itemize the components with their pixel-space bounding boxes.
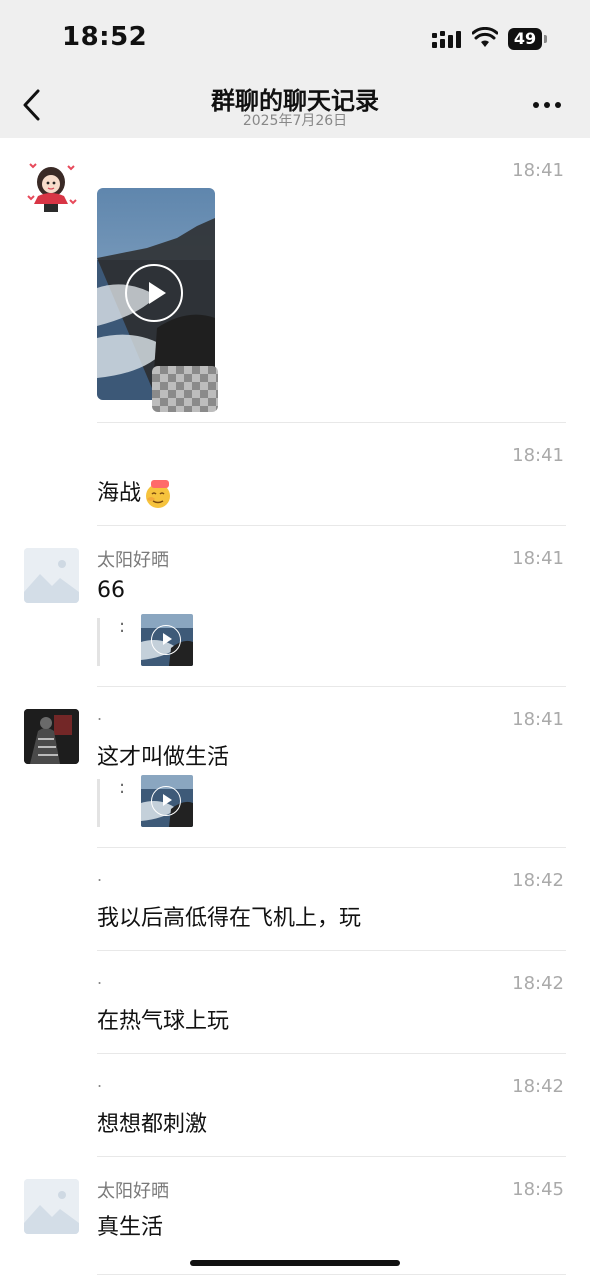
quoted-video-thumbnail[interactable] xyxy=(141,775,193,827)
chat-history-list[interactable]: 18:41 18:41 海战 太阳好晒 18:41 66: . 18:41 这… xyxy=(0,138,590,1280)
666-emoji-icon xyxy=(146,480,171,508)
message-time: 18:41 xyxy=(512,160,564,181)
home-indicator[interactable] xyxy=(190,1260,400,1266)
page-subtitle: 2025年7月26日 xyxy=(242,113,348,129)
avatar[interactable] xyxy=(24,1179,79,1234)
message-text: 在热气球上玩 xyxy=(97,1009,230,1034)
message-text: 真生活 xyxy=(97,1215,164,1240)
list-item: . 18:42 想想都刺激 xyxy=(0,1054,590,1157)
quote-bar xyxy=(97,779,100,827)
message-time: 18:45 xyxy=(512,1179,564,1200)
list-item: . 18:41 这才叫做生活 : xyxy=(0,687,590,848)
sender-name: . xyxy=(97,866,103,885)
wifi-icon xyxy=(472,27,498,47)
list-item: 太阳好晒 18:41 66 : xyxy=(0,526,590,687)
list-item: . 18:42 在热气球上玩 xyxy=(0,951,590,1054)
list-item: 18:41 海战 xyxy=(0,423,590,526)
message-time: 18:42 xyxy=(512,870,564,891)
message-time: 18:41 xyxy=(512,709,564,730)
message-text: 想想都刺激 xyxy=(97,1112,208,1137)
quote-text: : xyxy=(119,777,126,798)
avatar[interactable] xyxy=(24,709,79,764)
play-icon xyxy=(151,786,181,816)
message-text: 这才叫做生活 xyxy=(97,745,230,770)
quote-bar xyxy=(97,618,100,666)
avatar-placeholder-icon xyxy=(24,548,79,603)
nav-bar: 群聊的聊天记录 2025年7月26日 xyxy=(0,78,590,138)
message-text: 我以后高低得在飞机上，玩 xyxy=(97,906,362,931)
avatar[interactable] xyxy=(24,548,79,603)
sender-name: . xyxy=(97,969,103,988)
message-text: 66 xyxy=(97,578,125,603)
avatar[interactable] xyxy=(24,160,79,215)
list-item: 18:41 xyxy=(0,138,590,423)
battery-tip xyxy=(544,35,547,43)
list-item: . 18:42 我以后高低得在飞机上，玩 xyxy=(0,848,590,951)
message-text-content: 海战 xyxy=(97,481,142,506)
status-time: 18:52 xyxy=(62,22,148,52)
avatar-placeholder-icon xyxy=(24,1179,79,1234)
avatar-girl-icon xyxy=(24,160,79,215)
divider xyxy=(97,1274,566,1275)
more-icon[interactable] xyxy=(532,100,562,110)
sender-name: . xyxy=(97,1072,103,1091)
play-icon xyxy=(125,264,183,322)
play-icon xyxy=(151,625,181,655)
sender-name: . xyxy=(97,705,103,724)
blurred-overlay xyxy=(152,366,218,412)
message-text: 海战 xyxy=(97,475,173,509)
sender-name: 太阳好晒 xyxy=(97,550,169,571)
battery-icon: 49 xyxy=(508,28,542,50)
message-time: 18:42 xyxy=(512,973,564,994)
avatar-photo-icon xyxy=(24,709,79,764)
quoted-video-thumbnail[interactable] xyxy=(141,614,193,666)
list-item: 太阳好晒 18:45 真生活 xyxy=(0,1157,590,1275)
message-time: 18:41 xyxy=(512,445,564,466)
message-time: 18:42 xyxy=(512,1076,564,1097)
message-time: 18:41 xyxy=(512,548,564,569)
signal-icon xyxy=(432,31,461,48)
sender-name: 太阳好晒 xyxy=(97,1181,169,1202)
status-bar: 18:52 49 xyxy=(0,0,590,78)
quote-text: : xyxy=(119,616,126,637)
